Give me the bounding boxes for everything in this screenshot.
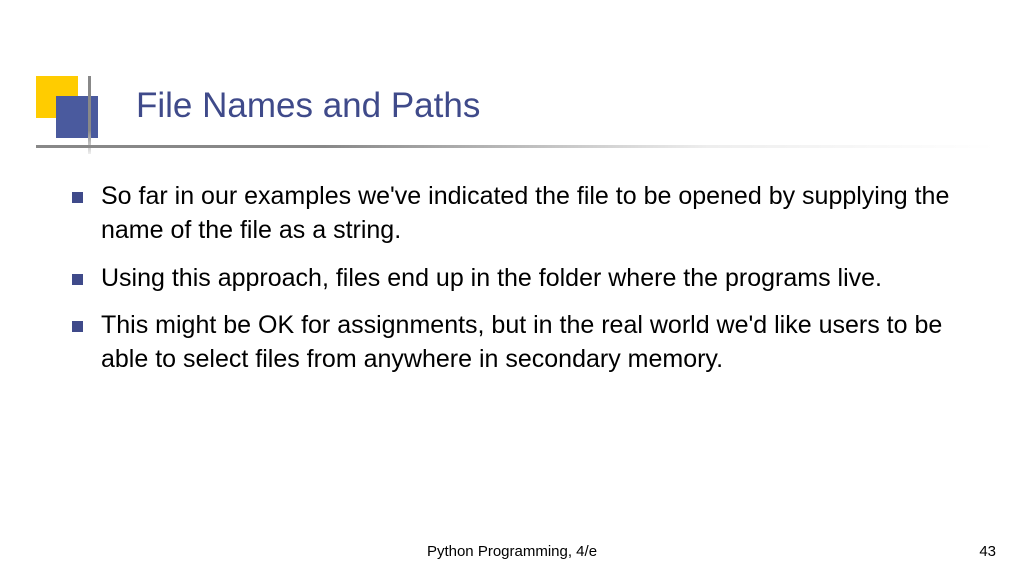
- divider-vertical: [88, 76, 91, 154]
- footer-text: Python Programming, 4/e: [0, 543, 1024, 560]
- bullet-text: So far in our examples we've indicated t…: [101, 180, 974, 248]
- bullet-item: Using this approach, files end up in the…: [72, 262, 974, 296]
- bullet-item: So far in our examples we've indicated t…: [72, 180, 974, 248]
- bullet-text: This might be OK for assignments, but in…: [101, 309, 974, 377]
- slide-title: File Names and Paths: [136, 86, 480, 126]
- page-number: 43: [979, 543, 996, 560]
- bullet-marker-icon: [72, 192, 83, 203]
- divider-horizontal: [36, 145, 996, 148]
- bullet-marker-icon: [72, 321, 83, 332]
- accent-square-blue: [56, 96, 98, 138]
- bullet-marker-icon: [72, 274, 83, 285]
- bullet-item: This might be OK for assignments, but in…: [72, 309, 974, 377]
- bullet-text: Using this approach, files end up in the…: [101, 262, 882, 296]
- slide-content: So far in our examples we've indicated t…: [72, 180, 974, 391]
- header-decoration: [36, 76, 96, 136]
